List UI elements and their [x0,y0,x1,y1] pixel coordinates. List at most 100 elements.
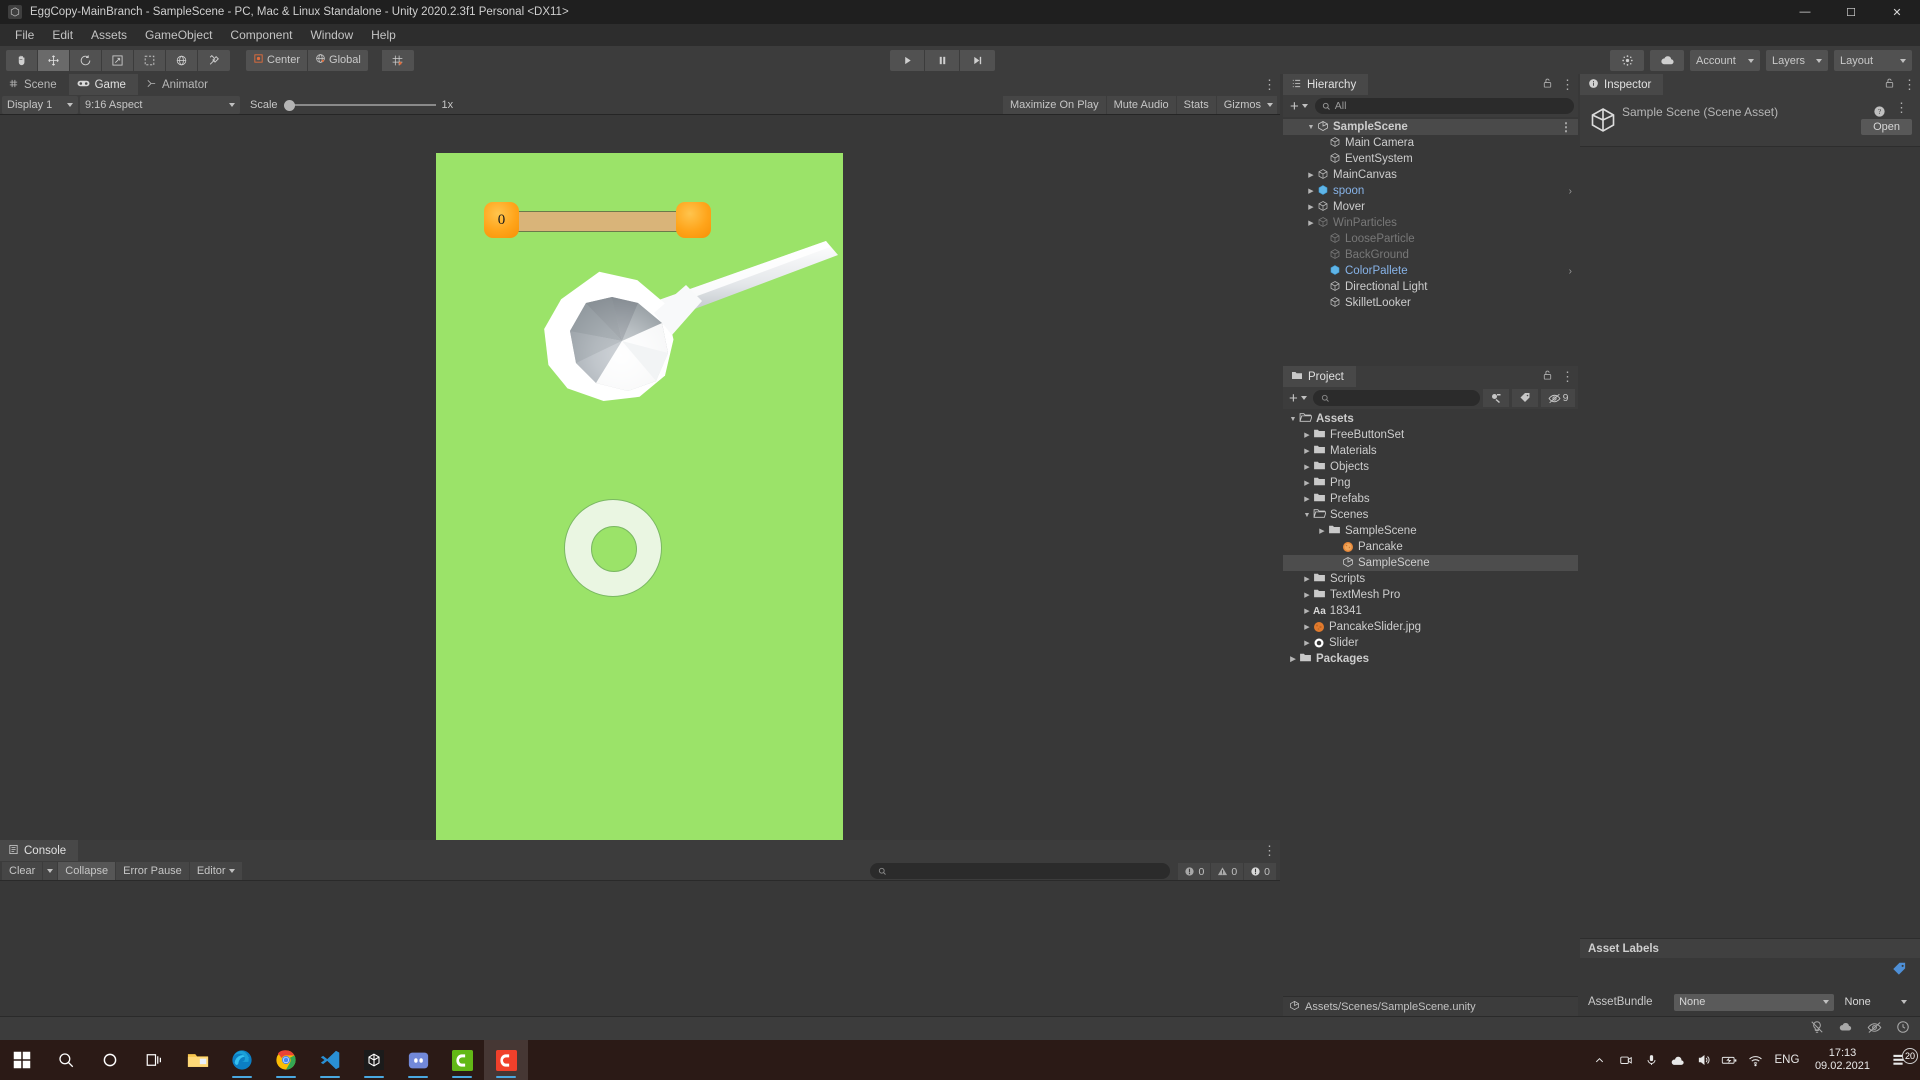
kebab-icon[interactable]: ⋮ [1895,101,1908,114]
project-item-objects[interactable]: ▶ Objects [1283,459,1578,475]
layers-dropdown[interactable]: Layers [1766,50,1828,71]
unity-editor-red-button[interactable] [484,1040,528,1080]
chevron-right-icon[interactable]: ▶ [1301,591,1313,599]
chevron-right-icon[interactable]: ▶ [1316,527,1328,535]
auto-generate-lighting-icon[interactable] [1810,1020,1824,1037]
vscode-button[interactable] [308,1040,352,1080]
hierarchy-item-directional-light[interactable]: Directional Light [1283,279,1578,295]
menu-assets[interactable]: Assets [82,25,136,45]
console-search-input[interactable] [870,863,1170,879]
stats-button[interactable]: Stats [1176,96,1216,114]
onedrive-icon[interactable] [1665,1054,1691,1067]
kebab-icon[interactable]: ⋮ [1561,370,1574,383]
project-item-samplescene-asset[interactable]: SampleScene [1283,555,1578,571]
unity-editor-green-button[interactable] [440,1040,484,1080]
project-search-input[interactable] [1312,390,1480,406]
chevron-down-icon[interactable]: ▼ [1287,416,1299,423]
project-item-textmesh-pro[interactable]: ▶ TextMesh Pro [1283,587,1578,603]
project-item-samplescene-folder[interactable]: ▶ SampleScene [1283,523,1578,539]
collab-settings-icon[interactable] [1610,50,1644,71]
clear-button[interactable]: Clear [2,861,43,880]
project-item-freebuttonset[interactable]: ▶ FreeButtonSet [1283,427,1578,443]
project-item-scenes[interactable]: ▼ Scenes [1283,507,1578,523]
kebab-icon[interactable]: ⋮ [1903,78,1916,91]
lock-icon[interactable] [1884,77,1895,92]
close-button[interactable]: ✕ [1874,0,1920,24]
project-item-assets[interactable]: ▼ Assets [1283,411,1578,427]
tab-hierarchy[interactable]: Hierarchy [1283,74,1369,95]
scale-slider-handle[interactable] [283,99,295,111]
project-item-materials[interactable]: ▶ Materials [1283,443,1578,459]
chevron-right-icon[interactable]: ▶ [1301,607,1313,615]
assetbundle-dropdown[interactable]: None [1674,993,1834,1011]
hierarchy-item-winparticles[interactable]: ▶ WinParticles [1283,215,1578,231]
create-asset-button[interactable]: + [1286,390,1310,407]
maximize-button[interactable]: ☐ [1828,0,1874,24]
filter-by-label-icon[interactable] [1512,389,1538,407]
chevron-right-icon[interactable]: ▶ [1301,447,1313,455]
start-button[interactable] [0,1040,44,1080]
chevron-right-icon[interactable]: ▶ [1301,479,1313,487]
pause-button[interactable] [925,50,960,71]
file-explorer-button[interactable] [176,1040,220,1080]
chevron-right-icon[interactable]: ▶ [1305,219,1317,227]
menu-file[interactable]: File [6,25,43,45]
aspect-dropdown[interactable]: 9:16 Aspect [80,95,240,114]
kebab-icon[interactable]: ⋮ [1263,78,1276,91]
chrome-browser-button[interactable] [264,1040,308,1080]
hierarchy-item-looseparticle[interactable]: LooseParticle [1283,231,1578,247]
collab-icon[interactable] [1838,1020,1853,1037]
battery-icon[interactable] [1717,1054,1743,1066]
chevron-right-icon[interactable]: ▶ [1301,639,1313,647]
unity-hub-button[interactable] [352,1040,396,1080]
project-item-pancakeslider[interactable]: ▶ PancakeSlider.jpg [1283,619,1578,635]
chevron-right-icon[interactable]: › [1569,266,1572,277]
hierarchy-item-eventsystem[interactable]: EventSystem [1283,151,1578,167]
clock[interactable]: 17:13 09.02.2021 [1805,1047,1880,1073]
error-count[interactable]: 0 [1244,863,1276,880]
tab-console[interactable]: Console [0,840,79,861]
chevron-down-icon[interactable]: ▼ [1305,124,1317,131]
tab-project[interactable]: Project [1283,366,1356,387]
layout-dropdown[interactable]: Layout [1834,50,1912,71]
chevron-right-icon[interactable]: ▶ [1301,495,1313,503]
hierarchy-item-skilletlooker[interactable]: SkilletLooker [1283,295,1578,311]
hierarchy-item-colorpallete[interactable]: ColorPallete › [1283,263,1578,279]
hierarchy-item-samplescene[interactable]: ▼ SampleScene ⋮ [1283,119,1578,135]
chevron-right-icon[interactable]: ▶ [1301,431,1313,439]
chevron-right-icon[interactable]: ▶ [1305,171,1317,179]
display-dropdown[interactable]: Display 1 [2,95,78,114]
lock-icon[interactable] [1542,369,1553,384]
pivot-rotation-button[interactable]: Global [308,49,368,71]
menu-window[interactable]: Window [301,25,362,45]
pivot-mode-button[interactable]: Center [246,49,309,71]
hand-tool-icon[interactable] [6,49,38,71]
transform-tool-icon[interactable] [166,49,198,71]
mute-audio-button[interactable]: Mute Audio [1106,96,1176,114]
editor-dropdown[interactable]: Editor [189,861,242,880]
menu-help[interactable]: Help [362,25,405,45]
notification-center-button[interactable]: 20 [1880,1047,1920,1068]
progress-icon[interactable] [1896,1020,1910,1037]
wifi-icon[interactable] [1743,1054,1769,1067]
collapse-button[interactable]: Collapse [58,861,116,880]
project-item-packages[interactable]: ▶ Packages [1283,651,1578,667]
tab-animator[interactable]: Animator [137,74,220,95]
hierarchy-item-background[interactable]: BackGround [1283,247,1578,263]
tab-scene[interactable]: Scene [0,74,69,95]
account-dropdown[interactable]: Account [1690,50,1760,71]
tab-inspector[interactable]: Inspector [1580,74,1664,95]
gizmos-button[interactable]: Gizmos [1216,96,1277,114]
chevron-right-icon[interactable]: ▶ [1301,623,1313,631]
step-button[interactable] [960,50,995,71]
pancake-slider-knob-right[interactable] [676,202,711,238]
project-tree[interactable]: ▼ Assets ▶ FreeButtonSet ▶ Materials ▶ O… [1283,409,1578,994]
hidden-packages-toggle[interactable]: 9 [1541,389,1575,407]
game-render-area[interactable]: 0 [436,153,843,877]
show-hidden-icons-button[interactable] [1587,1055,1613,1066]
play-button[interactable] [890,50,925,71]
rotate-tool-icon[interactable] [70,49,102,71]
tag-icon[interactable] [1892,962,1908,976]
move-tool-icon[interactable] [38,49,70,71]
custom-tool-icon[interactable] [198,49,230,71]
